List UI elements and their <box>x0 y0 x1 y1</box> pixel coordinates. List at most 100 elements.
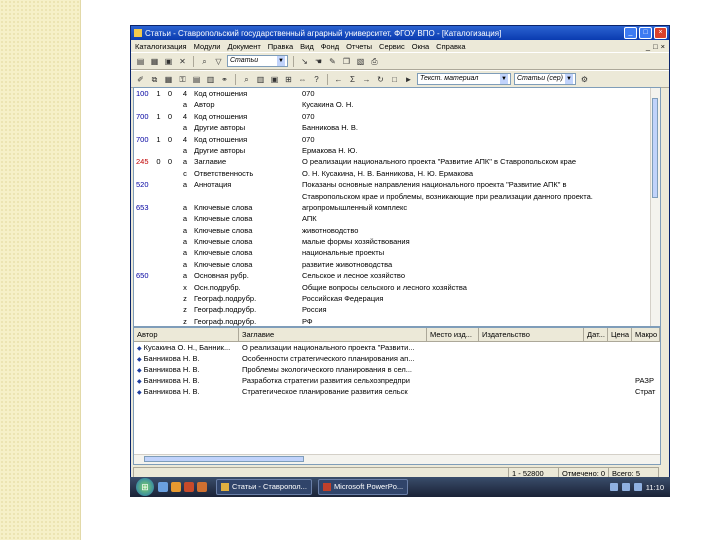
find-icon[interactable]: ⌕ <box>241 74 252 85</box>
menu-item-modules[interactable]: Модули <box>194 42 221 51</box>
field-value[interactable]: 070 <box>302 111 660 122</box>
field-value[interactable]: животноводство <box>302 225 660 236</box>
record-field-row[interactable]: а Ключевые слова национальные проекты <box>134 247 660 258</box>
chevron-down-icon[interactable]: ▼ <box>500 74 508 84</box>
field-value[interactable]: 070 <box>302 134 660 145</box>
field-value[interactable]: Ставропольском крае и проблемы, возникаю… <box>302 191 660 202</box>
paste-icon[interactable]: ▧ <box>355 56 366 67</box>
record-field-row[interactable]: а Ключевые слова АПК <box>134 213 660 224</box>
record-editor[interactable]: 100 1 0 4 Код отношения 070 а Автор Кусакина О. … <box>133 87 661 327</box>
grid-icon[interactable]: ▦ <box>163 74 174 85</box>
column-price[interactable]: Цена <box>608 328 632 341</box>
record-field-row[interactable]: z Географ.подрубр. Российская Федерация <box>134 293 660 304</box>
delete-icon[interactable]: ✕ <box>177 56 188 67</box>
opera-icon[interactable] <box>184 482 194 492</box>
duplicate-icon[interactable]: ⧉ <box>149 74 160 85</box>
list-row[interactable]: ◆ Банникова Н. В. Разработка стратегии раз… <box>134 375 660 386</box>
binoculars-icon[interactable]: ⚭ <box>219 74 230 85</box>
record-field-row[interactable]: а Автор Кусакина О. Н. <box>134 99 660 110</box>
menu-item-edit[interactable]: Правка <box>268 42 293 51</box>
volume-icon[interactable] <box>621 483 630 491</box>
maximize-button[interactable]: □ <box>639 27 652 39</box>
task-button-catalog[interactable]: Статьи - Ставропол... <box>216 479 312 495</box>
scroll-thumb[interactable] <box>652 98 658 198</box>
field-value[interactable]: Общие вопросы сельского и лесного хозяйс… <box>302 282 660 293</box>
sum-icon[interactable]: Σ <box>347 74 358 85</box>
field-value[interactable]: национальные проекты <box>302 247 660 258</box>
settings-icon[interactable]: ⚙ <box>579 74 590 85</box>
field-value[interactable]: Банникова Н. В. <box>302 122 660 133</box>
record-field-row[interactable]: Ставропольском крае и проблемы, возникаю… <box>134 191 660 202</box>
record-field-row[interactable]: z Географ.подрубр. Россия <box>134 304 660 315</box>
language-icon[interactable] <box>633 483 642 491</box>
template-select[interactable]: Текст. материал ▼ <box>417 73 511 85</box>
firefox-icon[interactable] <box>171 482 181 492</box>
quicklaunch-icon[interactable] <box>197 482 207 492</box>
column-title[interactable]: Заглавие <box>239 328 427 341</box>
task-button-powerpoint[interactable]: Microsoft PowerPo... <box>317 479 409 495</box>
record-field-row[interactable]: z Географ.подрубр. РФ <box>134 316 660 326</box>
field-value[interactable]: Показаны основные направления национальн… <box>302 179 660 190</box>
menu-item-reports[interactable]: Отчеты <box>346 42 372 51</box>
mdi-minimize-button[interactable]: _ <box>646 42 650 51</box>
copy-icon[interactable]: ❐ <box>341 56 352 67</box>
start-button[interactable]: ⊞ <box>136 478 154 496</box>
record-field-row[interactable]: 700 1 0 4 Код отношения 070 <box>134 111 660 122</box>
hand-icon[interactable]: ☚ <box>313 56 324 67</box>
filter-icon[interactable]: ▽ <box>213 56 224 67</box>
field-value[interactable]: Сельское и лесное хозяйство <box>302 270 660 281</box>
record-field-row[interactable]: а Другие авторы Ермакова Н. Ю. <box>134 145 660 156</box>
field-value[interactable]: агропромышленный комплекс <box>302 202 660 213</box>
field-value[interactable]: Россия <box>302 304 660 315</box>
menu-item-catalog[interactable]: Каталогизация <box>135 42 187 51</box>
record-field-row[interactable]: а Другие авторы Банникова Н. В. <box>134 122 660 133</box>
record-field-row[interactable]: а Ключевые слова животноводство <box>134 225 660 236</box>
window-icon[interactable]: □ <box>389 74 400 85</box>
list-row[interactable]: ◆ Кусакина О. Н., Банник... О реализации н… <box>134 342 660 353</box>
show-desktop-icon[interactable] <box>158 482 168 492</box>
record-field-row[interactable]: 100 1 0 4 Код отношения 070 <box>134 88 660 99</box>
field-value[interactable]: РФ <box>302 316 660 326</box>
record-field-row[interactable]: а Ключевые слова развитие животноводства <box>134 259 660 270</box>
column-author[interactable]: Автор <box>134 328 239 341</box>
record-field-row[interactable]: 700 1 0 4 Код отношения 070 <box>134 134 660 145</box>
scroll-thumb[interactable] <box>144 456 304 462</box>
column-place[interactable]: Место изд... <box>427 328 479 341</box>
minimize-button[interactable]: _ <box>624 27 637 39</box>
column-date[interactable]: Дат... <box>584 328 608 341</box>
insert-icon[interactable]: ⊞ <box>283 74 294 85</box>
open-icon[interactable]: ▦ <box>149 56 160 67</box>
arrow-right-icon[interactable]: → <box>361 74 372 85</box>
help-icon[interactable]: ? <box>311 74 322 85</box>
database-select[interactable]: Статьи ▼ <box>227 55 288 67</box>
mdi-restore-button[interactable]: □ <box>653 42 658 51</box>
tools-icon[interactable]: ✎ <box>327 56 338 67</box>
search-icon[interactable]: ⌕ <box>199 56 210 67</box>
menu-item-document[interactable]: Документ <box>228 42 261 51</box>
table-icon[interactable]: ▤ <box>191 74 202 85</box>
menu-item-fund[interactable]: Фонд <box>321 42 339 51</box>
field-value[interactable]: Кусакина О. Н. <box>302 99 660 110</box>
book-open-icon[interactable]: ▥ <box>255 74 266 85</box>
menu-item-windows[interactable]: Окна <box>412 42 429 51</box>
field-value[interactable]: развитие животноводства <box>302 259 660 270</box>
field-value[interactable]: О реализации национального проекта "Разв… <box>302 156 660 167</box>
view-icon[interactable]: ▣ <box>269 74 280 85</box>
network-icon[interactable] <box>609 483 618 491</box>
record-field-row[interactable]: а Ключевые слова малые формы хозяйствовани… <box>134 236 660 247</box>
menu-item-help[interactable]: Справка <box>436 42 465 51</box>
refresh-icon[interactable]: ↻ <box>375 74 386 85</box>
save-icon[interactable]: ▣ <box>163 56 174 67</box>
record-field-row[interactable]: 245 0 0 а Заглавие О реализации национального… <box>134 156 660 167</box>
list-row[interactable]: ◆ Банникова Н. В. Проблемы экологического … <box>134 364 660 375</box>
edit-icon[interactable]: ✐ <box>135 74 146 85</box>
close-button[interactable]: × <box>654 27 667 39</box>
column-publisher[interactable]: Издательство <box>479 328 584 341</box>
chevron-down-icon[interactable]: ▼ <box>565 74 573 84</box>
record-field-row[interactable]: 520 а Аннотация Показаны основные направлен… <box>134 179 660 190</box>
new-record-icon[interactable]: ▤ <box>135 56 146 67</box>
column-macro[interactable]: Макро <box>632 328 660 341</box>
type-select[interactable]: Статьи (сер) ▼ <box>514 73 576 85</box>
play-icon[interactable]: ► <box>403 74 414 85</box>
book-icon[interactable]: ▥ <box>205 74 216 85</box>
